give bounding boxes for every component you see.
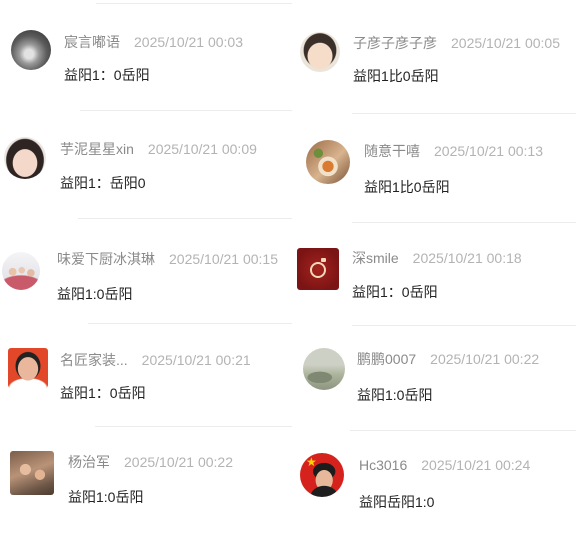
avatar[interactable]: [306, 140, 350, 184]
timestamp: 2025/10/21 00:03: [134, 34, 243, 50]
username[interactable]: 深smile: [352, 250, 399, 266]
comment-text: 益阳1比0岳阳: [364, 179, 450, 195]
comment-header: 杨治军 2025/10/21 00:22: [68, 453, 233, 471]
username[interactable]: 宸言嘟语: [64, 34, 120, 50]
timestamp: 2025/10/21 00:15: [169, 251, 278, 267]
avatar[interactable]: [297, 248, 339, 290]
comment-header: 名匠家装... 2025/10/21 00:21: [60, 351, 251, 369]
avatar[interactable]: [303, 348, 345, 390]
timestamp: 2025/10/21 00:18: [412, 250, 522, 266]
comment-header: 宸言嘟语 2025/10/21 00:03: [64, 33, 243, 51]
username[interactable]: 子彦子彦子彦: [353, 35, 437, 51]
divider: [88, 323, 292, 324]
comment-text: 益阳1:0岳阳: [357, 387, 433, 403]
username[interactable]: 杨治军: [68, 454, 110, 470]
username[interactable]: 味爱下厨冰淇琳: [57, 251, 155, 267]
avatar[interactable]: [300, 453, 344, 497]
timestamp: 2025/10/21 00:13: [434, 143, 543, 159]
comment-header: Hc3016 2025/10/21 00:24: [359, 456, 530, 474]
divider: [80, 110, 292, 111]
username[interactable]: 芋泥星星xin: [60, 141, 134, 157]
avatar[interactable]: [11, 30, 51, 70]
comment-header: 随意干嘻 2025/10/21 00:13: [364, 142, 543, 160]
username[interactable]: 随意干嘻: [364, 143, 420, 159]
comment-text: 益阳1:0岳阳: [68, 489, 144, 505]
comment-text: 益阳1：0岳阳: [64, 67, 150, 83]
username[interactable]: 名匠家装...: [60, 352, 128, 368]
timestamp: 2025/10/21 00:22: [124, 454, 233, 470]
comment-grid: 宸言嘟语 2025/10/21 00:03 益阳1：0岳阳 芋泥星星xin 2025…: [0, 0, 576, 533]
comment-text: 益阳1比0岳阳: [353, 68, 439, 84]
username[interactable]: Hc3016: [359, 457, 407, 473]
divider: [78, 218, 292, 219]
timestamp: 2025/10/21 00:22: [430, 351, 540, 367]
comment-text: 益阳1:0岳阳: [57, 286, 133, 302]
comment-header: 子彦子彦子彦 2025/10/21 00:05: [353, 34, 560, 52]
divider: [352, 113, 576, 114]
timestamp: 2025/10/21 00:24: [421, 457, 531, 473]
timestamp: 2025/10/21 00:09: [147, 141, 257, 157]
avatar[interactable]: [2, 252, 40, 290]
comment-header: 深smile 2025/10/21 00:18: [352, 249, 522, 267]
avatar[interactable]: [4, 137, 46, 179]
comment-header: 味爱下厨冰淇琳 2025/10/21 00:15: [57, 250, 278, 268]
comment-header: 鹏鹏0007 2025/10/21 00:22: [357, 350, 539, 368]
avatar[interactable]: [10, 451, 54, 495]
comment-header: 芋泥星星xin 2025/10/21 00:09: [60, 140, 257, 158]
divider: [350, 430, 576, 431]
comment-text: 益阳1：岳阳0: [60, 175, 146, 191]
comment-text: 益阳1：0岳阳: [352, 284, 438, 300]
comment-text: 益阳1：0岳阳: [60, 385, 146, 401]
avatar[interactable]: [8, 348, 48, 388]
comment-text: 益阳岳阳1:0: [359, 494, 435, 510]
divider: [352, 222, 576, 223]
username[interactable]: 鹏鹏0007: [357, 351, 416, 367]
divider: [96, 3, 292, 4]
timestamp: 2025/10/21 00:05: [451, 35, 560, 51]
divider: [95, 426, 292, 427]
timestamp: 2025/10/21 00:21: [141, 352, 251, 368]
avatar[interactable]: [300, 32, 340, 72]
divider: [352, 325, 576, 326]
